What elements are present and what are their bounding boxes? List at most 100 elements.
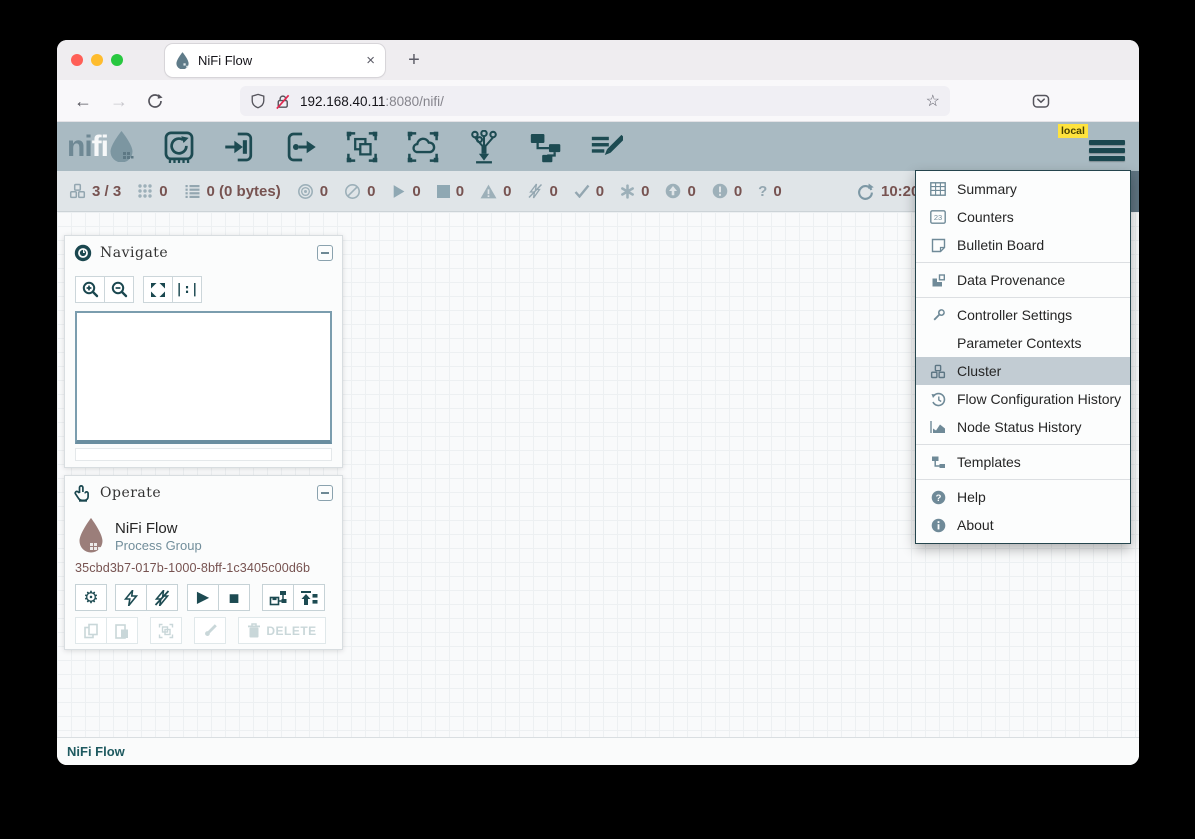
label-component-icon[interactable] [588, 129, 624, 165]
processor-component-icon[interactable] [161, 129, 197, 165]
wrench-icon [929, 308, 947, 323]
minimize-window-button[interactable] [91, 54, 103, 66]
zoom-out-button[interactable] [104, 276, 134, 303]
browser-tab[interactable]: NiFi Flow × [165, 44, 385, 77]
tab-title: NiFi Flow [198, 53, 366, 68]
delete-label: DELETE [266, 624, 316, 638]
navigate-header[interactable]: Navigate [65, 236, 342, 270]
menu-divider [916, 262, 1130, 263]
gear-icon: ⚙ [83, 589, 98, 606]
provenance-icon [929, 273, 947, 288]
tab-close-icon[interactable]: × [366, 52, 375, 69]
disabled-icon [527, 183, 543, 199]
svg-text:23: 23 [934, 213, 942, 222]
stat-queued: 0 (0 bytes) [184, 183, 281, 200]
refresh-icon[interactable] [857, 183, 874, 200]
insecure-lock-icon[interactable] [274, 93, 291, 110]
upload-template-button[interactable] [293, 584, 325, 611]
stopped-icon [437, 185, 450, 198]
menu-item-controller-settings[interactable]: Controller Settings [916, 301, 1130, 329]
save-template-button[interactable] [262, 584, 294, 611]
lightning-slash-icon [154, 590, 170, 606]
menu-item-about[interactable]: About [916, 511, 1130, 539]
paste-icon [114, 623, 130, 639]
paint-brush-icon [202, 623, 218, 639]
delete-button: DELETE [238, 617, 326, 644]
menu-item-node-status-history[interactable]: Node Status History [916, 413, 1130, 441]
save-template-icon [269, 590, 287, 606]
navigate-palette: Navigate |:| [64, 235, 343, 468]
birdseye-strip[interactable] [75, 448, 332, 461]
menu-item-data-provenance[interactable]: Data Provenance [916, 266, 1130, 294]
navigate-title: Navigate [100, 245, 168, 261]
new-tab-button[interactable]: + [399, 45, 429, 75]
menu-item-help[interactable]: ? Help [916, 483, 1130, 511]
template-component-icon[interactable] [527, 129, 563, 165]
forward-button: → [107, 89, 131, 113]
url-path: :8080/nifi/ [385, 94, 444, 109]
cluster-icon [69, 183, 86, 199]
birdseye-minimap[interactable] [75, 311, 332, 444]
url-bar[interactable]: 192.168.40.11 :8080/nifi/ ☆ [240, 86, 950, 116]
enable-button[interactable] [115, 584, 147, 611]
cluster-cubes-icon [929, 364, 947, 379]
process-group-component-icon[interactable] [344, 129, 380, 165]
browser-tab-bar: NiFi Flow × + [57, 40, 1139, 80]
pocket-icon[interactable] [1029, 89, 1053, 113]
reload-button[interactable] [143, 89, 167, 113]
stop-button[interactable]: ■ [218, 584, 250, 611]
funnel-component-icon[interactable] [466, 129, 502, 165]
operate-header[interactable]: Operate [65, 476, 342, 510]
disable-button[interactable] [146, 584, 178, 611]
url-host: 192.168.40.11 [300, 94, 385, 109]
menu-item-summary[interactable]: Summary [916, 175, 1130, 203]
zoom-fit-button[interactable] [143, 276, 173, 303]
stat-invalid: 0 [480, 183, 511, 200]
stat-transmitting: 0 [297, 183, 328, 200]
about-info-icon [929, 518, 947, 533]
nifi-global-menu-button[interactable] [1089, 140, 1125, 161]
input-port-component-icon[interactable] [222, 129, 258, 165]
zoom-window-button[interactable] [111, 54, 123, 66]
zoom-actual-size-button[interactable]: |:| [172, 276, 202, 303]
group-button [150, 617, 182, 644]
sync-failure-exclamation-icon [712, 183, 728, 199]
shield-icon[interactable] [250, 93, 266, 110]
menu-item-parameter-contexts[interactable]: Parameter Contexts [916, 329, 1130, 357]
output-port-component-icon[interactable] [283, 129, 319, 165]
menu-item-flow-configuration-history[interactable]: Flow Configuration History [916, 385, 1130, 413]
stat-connected-nodes: 3 / 3 [69, 183, 121, 200]
zoom-in-button[interactable] [75, 276, 105, 303]
menu-item-cluster[interactable]: Cluster [916, 357, 1130, 385]
breadcrumb-bar: NiFi Flow [57, 737, 1139, 765]
back-button[interactable]: ← [71, 89, 95, 113]
menu-divider [916, 444, 1130, 445]
stat-active-threads: 0 [137, 183, 167, 200]
counters-icon: 23 [929, 210, 947, 224]
template-icon [929, 455, 947, 470]
collapse-operate-button[interactable] [317, 485, 333, 501]
menu-divider [916, 297, 1130, 298]
profile-badge: local [1058, 124, 1088, 138]
transmitting-icon [297, 183, 314, 200]
area-chart-icon [929, 420, 947, 434]
start-button[interactable]: ▶ [187, 584, 219, 611]
collapse-navigate-button[interactable] [317, 245, 333, 261]
stale-up-arrow-icon [665, 183, 681, 199]
upload-template-icon [300, 590, 318, 606]
menu-item-templates[interactable]: Templates [916, 448, 1130, 476]
remote-process-group-component-icon[interactable] [405, 129, 441, 165]
menu-item-counters[interactable]: 23 Counters [916, 203, 1130, 231]
configure-button[interactable]: ⚙ [75, 584, 107, 611]
help-question-icon: ? [929, 490, 947, 505]
process-group-droplet-icon [77, 518, 105, 554]
fill-color-button [194, 617, 226, 644]
copy-icon [83, 623, 99, 639]
global-menu: Summary 23 Counters Bulletin Board Data … [915, 170, 1131, 544]
bookmark-star-icon[interactable]: ☆ [926, 91, 940, 111]
up-to-date-check-icon [574, 184, 590, 198]
close-window-button[interactable] [71, 54, 83, 66]
menu-item-bulletin-board[interactable]: Bulletin Board [916, 231, 1130, 259]
breadcrumb[interactable]: NiFi Flow [67, 744, 125, 759]
paste-button [106, 617, 138, 644]
